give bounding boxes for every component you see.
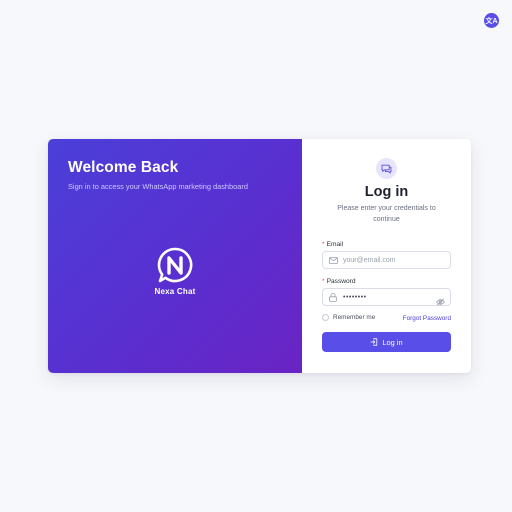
eye-off-icon[interactable]	[436, 293, 445, 311]
password-field[interactable]: ••••••••	[322, 288, 451, 306]
remember-label: Remember me	[333, 314, 376, 321]
remember-me[interactable]: Remember me	[322, 314, 375, 321]
login-button-label: Log in	[382, 337, 403, 347]
login-arrow-icon	[370, 338, 378, 346]
login-card: Welcome Back Sign in to access your What…	[48, 139, 471, 373]
email-label: * Email	[322, 241, 343, 248]
chat-bubble-logo-icon	[157, 247, 193, 283]
email-placeholder: your@email.com	[343, 256, 396, 264]
lock-icon	[328, 292, 338, 302]
logo-text: Nexa Chat	[154, 287, 196, 296]
brand-panel: Welcome Back Sign in to access your What…	[48, 139, 302, 373]
chat-icon	[381, 164, 392, 173]
translate-icon: 文A	[485, 17, 498, 25]
language-switch-button[interactable]: 文A	[484, 13, 499, 28]
forgot-password-link[interactable]: Forgot Password	[403, 315, 451, 322]
nexa-chat-logo: Nexa Chat	[148, 247, 202, 296]
login-title: Log in	[364, 184, 409, 200]
password-value: ••••••••	[343, 293, 367, 301]
login-button[interactable]: Log in	[322, 332, 451, 352]
login-subtitle: Please enter your credentials to continu…	[337, 205, 436, 223]
required-marker: *	[322, 241, 325, 248]
password-label-text: Password	[326, 278, 356, 285]
email-label-text: Email	[326, 241, 344, 248]
password-label: * Password	[322, 278, 356, 285]
welcome-title: Welcome Back	[68, 159, 179, 176]
email-field[interactable]: your@email.com	[322, 251, 451, 269]
welcome-subtitle: Sign in to access your WhatsApp marketin…	[68, 182, 248, 191]
login-form-panel: Log in Please enter your credentials to …	[302, 139, 471, 373]
chat-badge	[376, 158, 397, 179]
required-marker: *	[322, 278, 325, 285]
remember-checkbox[interactable]	[322, 314, 329, 321]
mail-icon	[328, 255, 338, 265]
